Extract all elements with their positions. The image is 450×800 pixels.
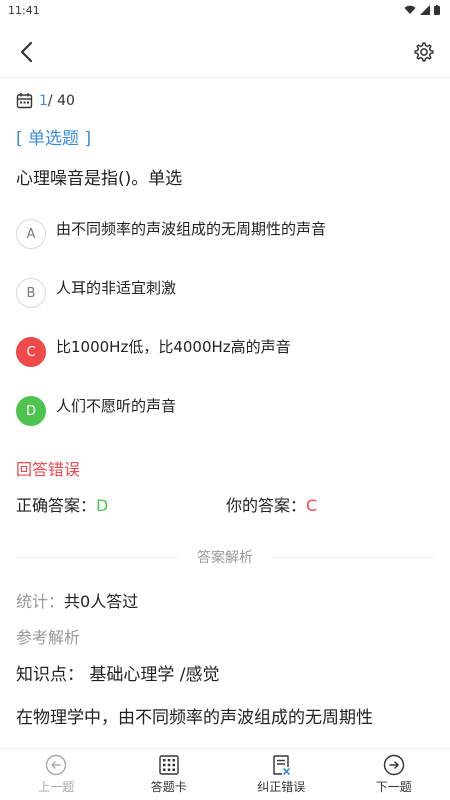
option-text: 人们不愿听的声音 [56,396,177,415]
status-bar: 11:41 [0,0,450,20]
your-answer-label: 你的答案： [226,496,307,515]
question-counter: 1/ 40 [16,92,75,109]
option-letter: C [16,337,46,367]
bottom-nav: 上一题 答题卡 纠正错误 下一题 [0,748,450,800]
wifi-icon [404,5,416,14]
next-question-button[interactable]: 下一题 [338,749,450,800]
correct-answer-label: 正确答案： [16,496,97,515]
report-error-label: 纠正错误 [257,780,306,794]
option-a[interactable]: A 由不同频率的声波组成的无周期性的声音 [16,219,326,249]
current-index: 1 [39,92,48,109]
arrow-left-circle-icon [46,754,67,776]
signal-icon [420,5,430,15]
option-letter: B [16,278,46,308]
knowledge-point: 知识点： 基础心理学 /感觉 [16,660,220,685]
stats: 统计：共0人答过 [16,588,138,612]
answer-status: 回答错误 [16,460,81,479]
analysis-heading: 答案解析 [197,550,253,566]
option-letter: A [16,219,46,249]
option-text: 比1000Hz低，比4000Hz高的声音 [56,337,291,356]
question-text: 心理噪音是指()。单选 [16,169,183,189]
option-d[interactable]: D 人们不愿听的声音 [16,396,176,426]
arrow-right-circle-icon [383,754,404,776]
report-error-button[interactable]: 纠正错误 [225,749,338,800]
back-button[interactable] [12,38,40,66]
correct-answer: 正确答案：D [16,492,108,516]
report-document-icon [273,755,291,775]
option-c[interactable]: C 比1000Hz低，比4000Hz高的声音 [16,337,291,367]
chevron-left-icon [20,41,33,63]
option-text: 由不同频率的声波组成的无周期性的声音 [56,219,327,238]
your-answer-value: C [306,496,318,515]
answer-card-label: 答题卡 [150,780,187,794]
status-time: 11:41 [8,3,40,17]
gear-icon [414,42,434,62]
option-letter: D [16,396,46,426]
your-answer: 你的答案：C [226,492,317,516]
next-question-label: 下一题 [375,780,412,794]
battery-icon [434,5,440,15]
divider-line [16,556,179,558]
analysis-body: 在物理学中，由不同频率的声波组成的无周期性 [16,708,373,728]
app-bar [0,24,450,78]
settings-button[interactable] [410,38,438,66]
reference-heading: 参考解析 [16,628,81,647]
stats-label: 统计： [16,592,65,611]
option-b[interactable]: B 人耳的非适宜刺激 [16,278,176,308]
prev-question-button[interactable]: 上一题 [0,749,113,800]
calendar-icon [16,93,33,109]
option-text: 人耳的非适宜刺激 [56,278,177,297]
knowledge-label: 知识点： [16,665,84,685]
grid-card-icon [159,755,179,775]
knowledge-value: 基础心理学 /感觉 [89,665,220,685]
total-count: / 40 [47,92,75,109]
status-icons [404,5,440,15]
question-type: [ 单选题 ] [16,129,92,149]
answer-card-button[interactable]: 答题卡 [113,749,226,800]
stats-value: 共0人答过 [64,592,139,611]
prev-question-label: 上一题 [38,780,75,794]
divider-line [271,556,434,558]
analysis-divider: 答案解析 [16,546,434,568]
correct-answer-value: D [96,496,109,515]
